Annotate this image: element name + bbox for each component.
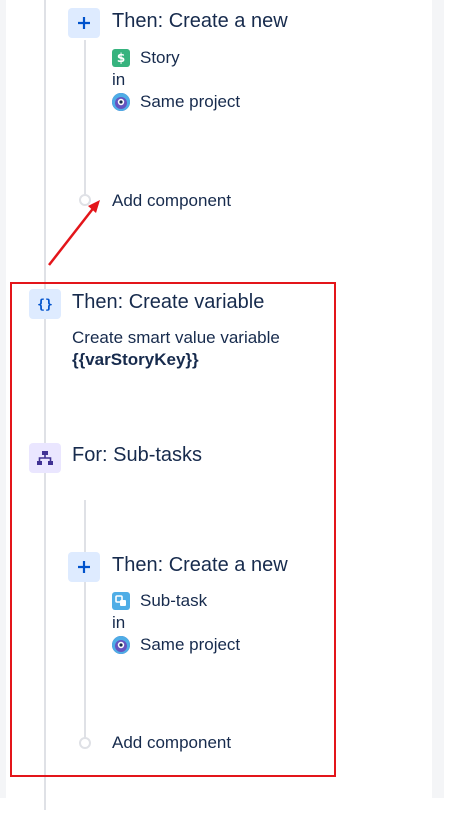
add-component-link[interactable]: Add component (112, 733, 231, 753)
in-label: in (112, 70, 126, 89)
add-component-dot (79, 737, 91, 749)
project-line: Same project (112, 92, 240, 112)
project-label: Same project (140, 635, 241, 654)
issue-type-label: Story (140, 48, 180, 67)
subtask-icon (112, 592, 130, 610)
action-title-create-story[interactable]: Then: Create a new (112, 10, 288, 33)
action-title-create-variable[interactable]: Then: Create variable (72, 291, 264, 314)
branch-title-subtasks[interactable]: For: Sub-tasks (72, 444, 202, 467)
plus-icon (68, 552, 100, 582)
project-avatar-icon (112, 636, 130, 654)
branch-connector-line-bottom (84, 500, 86, 740)
project-label: Same project (140, 92, 241, 111)
issue-type-label: Sub-task (140, 591, 208, 610)
hierarchy-icon (29, 443, 61, 473)
rule-panel (0, 0, 446, 822)
in-label: in (112, 613, 126, 632)
variable-name: {{varStoryKey}} (72, 350, 199, 369)
braces-icon: {} (29, 289, 61, 319)
main-connector-line (44, 0, 46, 810)
project-line: Same project (112, 635, 240, 655)
svg-text:$: $ (117, 51, 125, 65)
add-component-link[interactable]: Add component (112, 191, 231, 211)
left-gutter (0, 0, 6, 798)
branch-connector-line-top (84, 40, 86, 198)
svg-text:{}: {} (37, 298, 53, 313)
plus-icon (68, 8, 100, 38)
action-title-create-subtask[interactable]: Then: Create a new (112, 554, 288, 577)
story-icon: $ (112, 49, 130, 67)
right-scrollbar-track[interactable] (432, 0, 444, 798)
issue-type-line: Sub-task (112, 591, 207, 611)
annotation-arrow (48, 200, 100, 266)
project-avatar-icon (112, 93, 130, 111)
issue-type-line: $ Story (112, 48, 180, 68)
variable-description: Create smart value variable (72, 328, 280, 347)
